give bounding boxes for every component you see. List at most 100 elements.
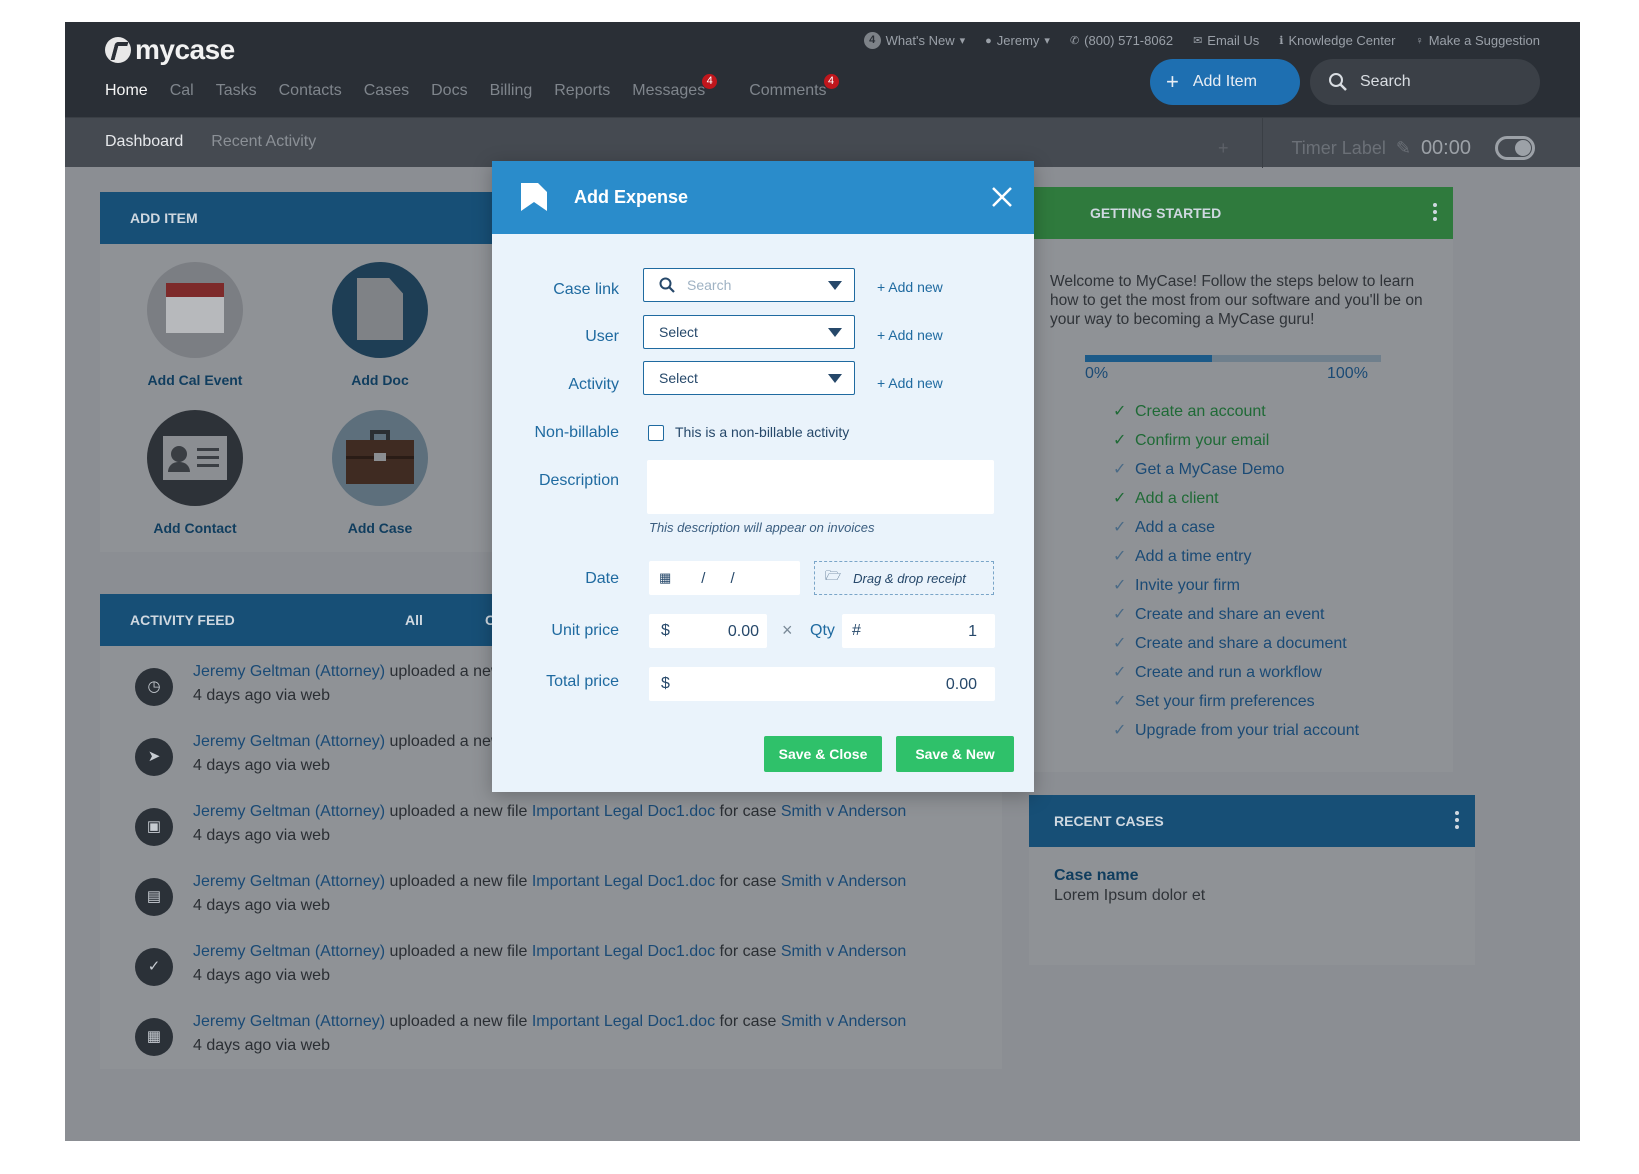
feed-case-link[interactable]: Smith v Anderson (781, 873, 906, 890)
feed-user-link[interactable]: Jeremy Geltman (Attorney) (193, 803, 385, 820)
case-add-new-link[interactable]: + Add new (877, 279, 943, 295)
feed-time: 4 days ago via web (193, 1037, 330, 1054)
checkmark-icon: ✓ (1113, 606, 1127, 623)
activity-add-new-link[interactable]: + Add new (877, 375, 943, 391)
case-link-select[interactable]: Search (643, 268, 855, 302)
feed-file-link[interactable]: Important Legal Doc1.doc (532, 1013, 715, 1030)
nav-contacts[interactable]: Contacts (279, 82, 342, 100)
receipt-text: Drag & drop receipt (853, 570, 966, 586)
nav-comments-wrap[interactable]: Comments 4 (749, 74, 848, 100)
feed-file-link[interactable]: Important Legal Doc1.doc (532, 803, 715, 820)
getting-started-title: GETTING STARTED (1090, 205, 1222, 221)
timer-label[interactable]: Timer Label (1291, 138, 1385, 159)
tile-label: Add Contact (153, 520, 237, 536)
tab-recent-activity[interactable]: Recent Activity (211, 133, 316, 151)
pencil-icon[interactable]: ✎ (1396, 138, 1411, 159)
feed-user-link[interactable]: Jeremy Geltman (Attorney) (193, 663, 385, 680)
checklist-item[interactable]: ✓ Add a case (1113, 517, 1359, 546)
user-add-new-link[interactable]: + Add new (877, 327, 943, 343)
feed-user-link[interactable]: Jeremy Geltman (Attorney) (193, 733, 385, 750)
whats-new-count: 4 (863, 32, 881, 49)
nav-cal[interactable]: Cal (170, 82, 194, 100)
add-case-tile[interactable]: Add Case (305, 410, 455, 536)
checklist-item[interactable]: ✓ Invite your firm (1113, 575, 1359, 604)
filter-all-tab[interactable]: All (405, 612, 423, 628)
user-menu[interactable]: ● Jeremy ▾ (985, 32, 1050, 49)
checklist-item[interactable]: ✓ Create and run a workflow (1113, 662, 1359, 691)
knowledge-link[interactable]: ℹ Knowledge Center (1279, 32, 1395, 49)
checklist-label: Get a MyCase Demo (1135, 461, 1285, 478)
whats-new-link[interactable]: 4 What's New ▾ (863, 32, 965, 49)
timer-divider (1262, 118, 1264, 168)
checklist-item[interactable]: ✓ Create an account (1113, 401, 1359, 430)
case-name-link[interactable]: Case name (1054, 867, 1139, 885)
nav-billing[interactable]: Billing (490, 82, 533, 100)
envelope-icon: ✉ (1193, 35, 1203, 47)
activity-select[interactable]: Select (643, 361, 855, 395)
feed-file-link[interactable]: Important Legal Doc1.doc (532, 943, 715, 960)
nav-messages-wrap[interactable]: Messages 4 (632, 74, 727, 100)
checkmark-icon: ✓ (1113, 490, 1127, 507)
feed-user-link[interactable]: Jeremy Geltman (Attorney) (193, 943, 385, 960)
more-options-icon[interactable] (1433, 203, 1437, 221)
qty-label: Qty (810, 622, 835, 639)
qty-input[interactable]: # 1 (842, 614, 995, 648)
email-link[interactable]: ✉ Email Us (1193, 32, 1259, 49)
timer-add-button[interactable]: + (1218, 138, 1229, 159)
add-contact-tile[interactable]: Add Contact (120, 410, 270, 536)
checklist-item[interactable]: ✓ Create and share a document (1113, 633, 1359, 662)
progress-end: 100% (1327, 365, 1368, 382)
feed-user-link[interactable]: Jeremy Geltman (Attorney) (193, 873, 385, 890)
nav-docs[interactable]: Docs (431, 82, 467, 100)
nav-home[interactable]: Home (105, 82, 148, 100)
mycase-logo[interactable]: mycase (105, 34, 235, 66)
nonbillable-checkbox[interactable] (648, 425, 664, 441)
checklist-item[interactable]: ✓ Upgrade from your trial account (1113, 720, 1359, 749)
checklist-item[interactable]: ✓ Add a client (1113, 488, 1359, 517)
add-item-button[interactable]: + Add Item (1150, 59, 1300, 105)
more-options-icon[interactable] (1455, 811, 1459, 829)
suggestion-link[interactable]: ♀ Make a Suggestion (1415, 32, 1540, 49)
calendar-icon[interactable]: ▦ (659, 570, 671, 586)
add-item-label: Add Item (1192, 73, 1257, 90)
timer-toggle[interactable] (1495, 136, 1535, 160)
date-input[interactable]: ▦ / / (649, 561, 800, 595)
feed-file-link[interactable]: Important Legal Doc1.doc (532, 873, 715, 890)
nav-reports[interactable]: Reports (554, 82, 610, 100)
multiply-icon: × (782, 620, 793, 640)
checklist-item[interactable]: ✓ Create and share an event (1113, 604, 1359, 633)
checklist-label: Create and share a document (1135, 635, 1347, 652)
checklist-item[interactable]: ✓ Add a time entry (1113, 546, 1359, 575)
feed-case-link[interactable]: Smith v Anderson (781, 1013, 906, 1030)
nav-cases[interactable]: Cases (364, 82, 409, 100)
contact-card-icon (147, 410, 243, 506)
nav-tasks[interactable]: Tasks (216, 82, 257, 100)
feed-text: Jeremy Geltman (Attorney) uploaded a new… (193, 940, 906, 988)
phone-link[interactable]: ✆ (800) 571-8062 (1070, 32, 1173, 49)
receipt-dropzone[interactable]: 🗁 Drag & drop receipt (814, 561, 994, 595)
checklist-item[interactable]: ✓ Confirm your email (1113, 430, 1359, 459)
checklist-item[interactable]: ✓ Set your firm preferences (1113, 691, 1359, 720)
save-close-button[interactable]: Save & Close (764, 736, 882, 772)
user-select[interactable]: Select (643, 315, 855, 349)
checklist-label: Add a time entry (1135, 548, 1252, 565)
feed-user-link[interactable]: Jeremy Geltman (Attorney) (193, 1013, 385, 1030)
description-textarea[interactable] (647, 460, 994, 514)
checkmark-icon: ✓ (1113, 403, 1127, 420)
calendar-icon (147, 262, 243, 358)
add-cal-event-tile[interactable]: Add Cal Event (120, 262, 270, 388)
feed-case-link[interactable]: Smith v Anderson (781, 803, 906, 820)
main-nav: Home Cal Tasks Contacts Cases Docs Billi… (105, 74, 871, 100)
unit-price-input[interactable]: $ 0.00 (649, 614, 767, 648)
close-icon[interactable] (988, 183, 1016, 211)
add-doc-tile[interactable]: Add Doc (305, 262, 455, 388)
checklist-label: Invite your firm (1135, 577, 1240, 594)
total-price-label: Total price (546, 673, 619, 690)
checklist-item[interactable]: ✓ Get a MyCase Demo (1113, 459, 1359, 488)
search-button[interactable]: Search (1310, 59, 1540, 105)
recent-cases-header: RECENT CASES (1029, 795, 1475, 847)
save-new-button[interactable]: Save & New (896, 736, 1014, 772)
timer-time: 00:00 (1420, 136, 1471, 159)
tab-dashboard[interactable]: Dashboard (105, 133, 183, 151)
feed-case-link[interactable]: Smith v Anderson (781, 943, 906, 960)
